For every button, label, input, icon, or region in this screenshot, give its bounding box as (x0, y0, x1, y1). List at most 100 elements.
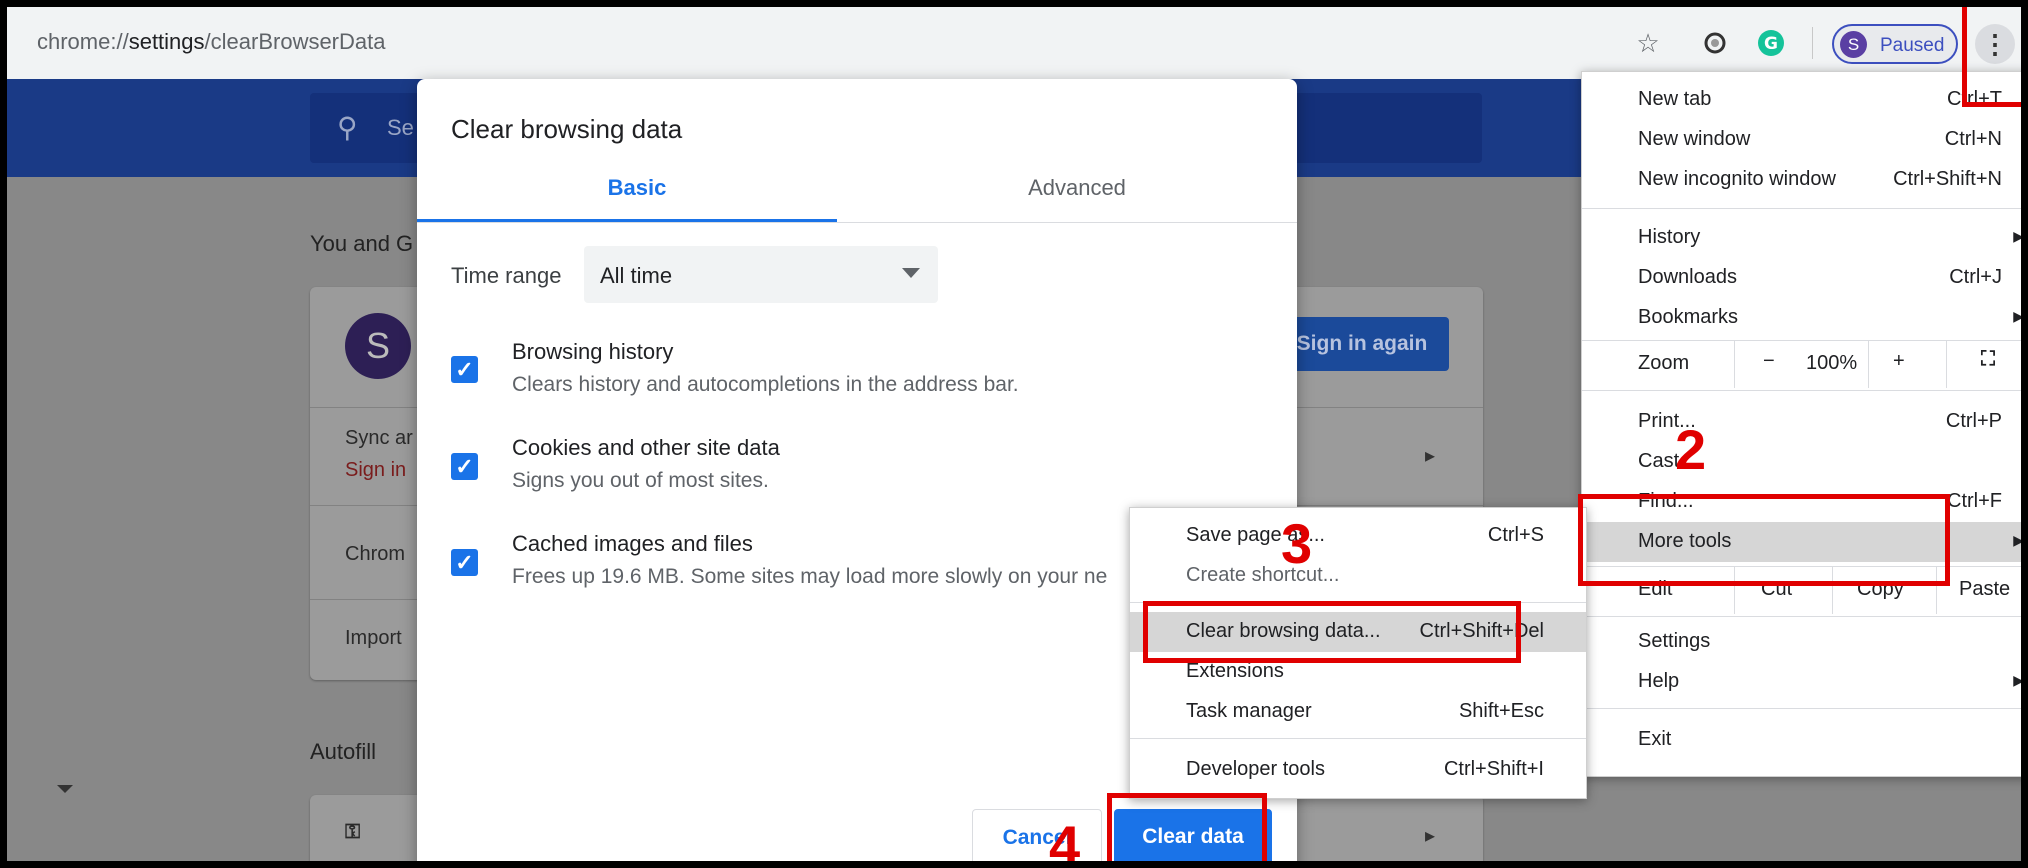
time-range-select[interactable]: All time (584, 246, 938, 303)
menu-item-label: Settings (1638, 630, 1711, 652)
zoom-row: Zoom − 100% + ⛶ (1582, 340, 2021, 388)
menu-separator (1582, 390, 2021, 391)
zoom-in-button[interactable]: + (1868, 340, 1947, 388)
menu-item-label: Help (1638, 670, 1680, 692)
cookies-title: Cookies and other site data (512, 435, 780, 460)
menu-item-label: Extensions (1186, 660, 1284, 682)
submenu-arrow-icon: ▶ (2013, 308, 2024, 324)
tab-advanced[interactable]: Advanced (857, 175, 1297, 219)
url-host: settings (128, 29, 205, 54)
dialog-title: Clear browsing data (451, 114, 683, 144)
search-icon: ⚲ (337, 112, 358, 143)
zoom-minus-glyph: − (1763, 350, 1775, 372)
menu-item-shortcut: Ctrl+S (1487, 524, 1544, 546)
menu-item-shortcut: Ctrl+N (1944, 128, 2002, 150)
chevron-right-icon: ▸ (1425, 445, 1436, 467)
menu-item-shortcut: Ctrl+F (1947, 490, 2002, 512)
profile-status: Paused (1880, 35, 1945, 56)
menu-item-shortcut: Ctrl+Shift+N (1893, 168, 2002, 190)
menu-item-shortcut: Ctrl+P (1945, 410, 2002, 432)
account-avatar: S (345, 313, 411, 379)
zoom-plus-glyph: + (1893, 350, 1905, 372)
chrome-main-menu: New tab Ctrl+T New window Ctrl+N New incog… (1581, 71, 2024, 777)
menu-item-label: Task manager (1186, 700, 1312, 722)
menu-item-developer-tools[interactable]: Developer tools Ctrl+Shift+I (1130, 750, 1586, 790)
tab-divider (417, 222, 1297, 223)
cached-images-desc: Frees up 19.6 MB. Some sites may load mo… (512, 565, 1108, 588)
sign-in-again-button[interactable]: Sign in again (1275, 317, 1449, 371)
menu-item-label: New tab (1638, 88, 1712, 110)
menu-item-save-page[interactable]: Save page as... Ctrl+S (1130, 516, 1586, 556)
annotation-box-step4 (1107, 793, 1267, 861)
time-range-label: Time range (451, 263, 562, 288)
annotation-box-step3 (1143, 601, 1521, 663)
menu-item-label: Create shortcut... (1186, 564, 1340, 586)
cached-images-checkbox[interactable]: ✓ (451, 549, 478, 576)
menu-item-downloads[interactable]: Downloads Ctrl+J (1582, 258, 2021, 298)
menu-item-shortcut: Shift+Esc (1458, 700, 1544, 722)
collapse-arrow-icon[interactable] (57, 785, 73, 793)
tab-basic[interactable]: Basic (417, 175, 857, 219)
annotation-box-step2 (1578, 494, 1950, 586)
sync-row-sublabel: Sign in (345, 459, 407, 481)
toolbar-divider (1812, 27, 1813, 59)
svg-text:G: G (1764, 34, 1778, 54)
menu-item-label: Developer tools (1186, 758, 1325, 780)
chrome-row-label[interactable]: Chrom (345, 543, 405, 566)
menu-item-cast[interactable]: Cast... (1582, 442, 2021, 482)
import-row-label[interactable]: Import (345, 627, 402, 650)
screenshot-frame: chrome://settings/clearBrowserData ☆ G S… (0, 0, 2028, 868)
profile-avatar: S (1840, 31, 1867, 58)
menu-separator (1582, 708, 2021, 709)
url-text[interactable]: chrome://settings/clearBrowserData (37, 29, 385, 55)
profile-button[interactable]: S Paused (1832, 24, 1958, 64)
section-title-autofill: Autofill (310, 739, 377, 764)
paste-label: Paste (1959, 578, 2011, 600)
sync-row-label[interactable]: Sync ar (345, 427, 413, 450)
settings-search-placeholder: Se (387, 115, 414, 140)
menu-item-new-incognito[interactable]: New incognito window Ctrl+Shift+N (1582, 160, 2021, 200)
zoom-value: 100% (1806, 352, 1858, 374)
cancel-button[interactable]: Cancel (972, 809, 1102, 861)
menu-item-label: History (1638, 226, 1701, 248)
menu-item-label: Exit (1638, 728, 1672, 750)
url-scheme: chrome:// (37, 29, 129, 54)
cached-images-title: Cached images and files (512, 531, 753, 556)
key-icon: ⚿ (345, 821, 361, 843)
menu-item-history[interactable]: History ▶ (1582, 218, 2024, 258)
browsing-history-desc: Clears history and autocompletions in th… (512, 373, 1019, 396)
menu-item-task-manager[interactable]: Task manager Shift+Esc (1130, 692, 1586, 732)
submenu-arrow-icon: ▶ (2013, 228, 2024, 244)
menu-item-exit[interactable]: Exit (1582, 720, 2021, 760)
annotation-number-3: 3 (1281, 512, 1313, 575)
time-range-value: All time (600, 263, 673, 288)
fullscreen-icon[interactable]: ⛶ (1946, 340, 2021, 388)
annotation-box-step1 (1962, 7, 2021, 107)
submenu-arrow-icon: ▶ (2013, 532, 2024, 548)
menu-item-label: New window (1638, 128, 1751, 150)
menu-item-print[interactable]: Print... Ctrl+P (1582, 402, 2021, 442)
menu-item-settings[interactable]: Settings (1582, 622, 2021, 662)
zoom-label: Zoom (1638, 352, 1690, 374)
browsing-history-checkbox[interactable]: ✓ (451, 356, 478, 383)
submenu-arrow-icon: ▶ (2013, 672, 2024, 688)
extension-circle-icon[interactable] (1697, 25, 1733, 61)
url-path: /clearBrowserData (204, 29, 386, 54)
menu-item-label: Bookmarks (1638, 306, 1739, 328)
address-bar[interactable]: chrome://settings/clearBrowserData ☆ G S… (7, 7, 2021, 80)
menu-item-help[interactable]: Help ▶ (1582, 662, 2024, 702)
chevron-right-icon: ▸ (1425, 825, 1436, 847)
menu-item-bookmarks[interactable]: Bookmarks ▶ (1582, 298, 2024, 338)
menu-separator (1582, 208, 2021, 209)
section-title-you-and-google: You and G (310, 231, 414, 256)
cookies-checkbox[interactable]: ✓ (451, 453, 478, 480)
menu-item-new-window[interactable]: New window Ctrl+N (1582, 120, 2021, 160)
menu-item-create-shortcut[interactable]: Create shortcut... (1130, 556, 1586, 596)
cookies-desc: Signs you out of most sites. (512, 469, 769, 492)
browsing-history-title: Browsing history (512, 339, 674, 364)
grammarly-icon[interactable]: G (1753, 25, 1789, 61)
star-icon[interactable]: ☆ (1630, 25, 1666, 61)
menu-item-label: New incognito window (1638, 168, 1836, 190)
menu-separator (1130, 738, 1586, 739)
menu-item-shortcut: Ctrl+J (1949, 266, 2002, 288)
